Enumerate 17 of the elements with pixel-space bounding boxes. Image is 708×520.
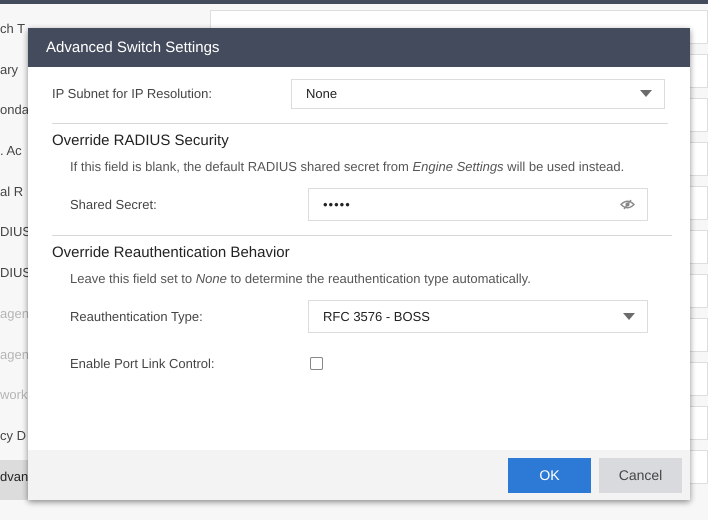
cancel-button[interactable]: Cancel: [599, 458, 682, 492]
field-label: Reauthentication Type:: [70, 309, 204, 324]
field-label: Enable Port Link Control:: [70, 356, 216, 371]
help-text: If this field is blank, the default RADIUS shared secret from Engine Settings will be used instead.: [69, 158, 626, 176]
dropdown[interactable]: None: [291, 78, 665, 108]
dropdown[interactable]: RFC 3576 - BOSS: [308, 300, 648, 333]
hidden-eye-icon[interactable]: [620, 199, 635, 210]
section-heading: Override Reauthentication Behavior: [52, 244, 291, 261]
field-label: Shared Secret:: [70, 197, 158, 212]
field-label: IP Subnet for IP Resolution:: [52, 86, 213, 101]
help-text: Leave this field set to None to determine the reauthentication type automatically.: [69, 270, 532, 288]
section-heading: Override RADIUS Security: [52, 132, 230, 149]
ok-button[interactable]: OK: [508, 458, 591, 492]
caret-icon: [623, 313, 635, 320]
checkbox[interactable]: [310, 357, 323, 370]
password-field[interactable]: •••••: [308, 188, 648, 221]
dialog-title: Advanced Switch Settings: [46, 39, 220, 56]
